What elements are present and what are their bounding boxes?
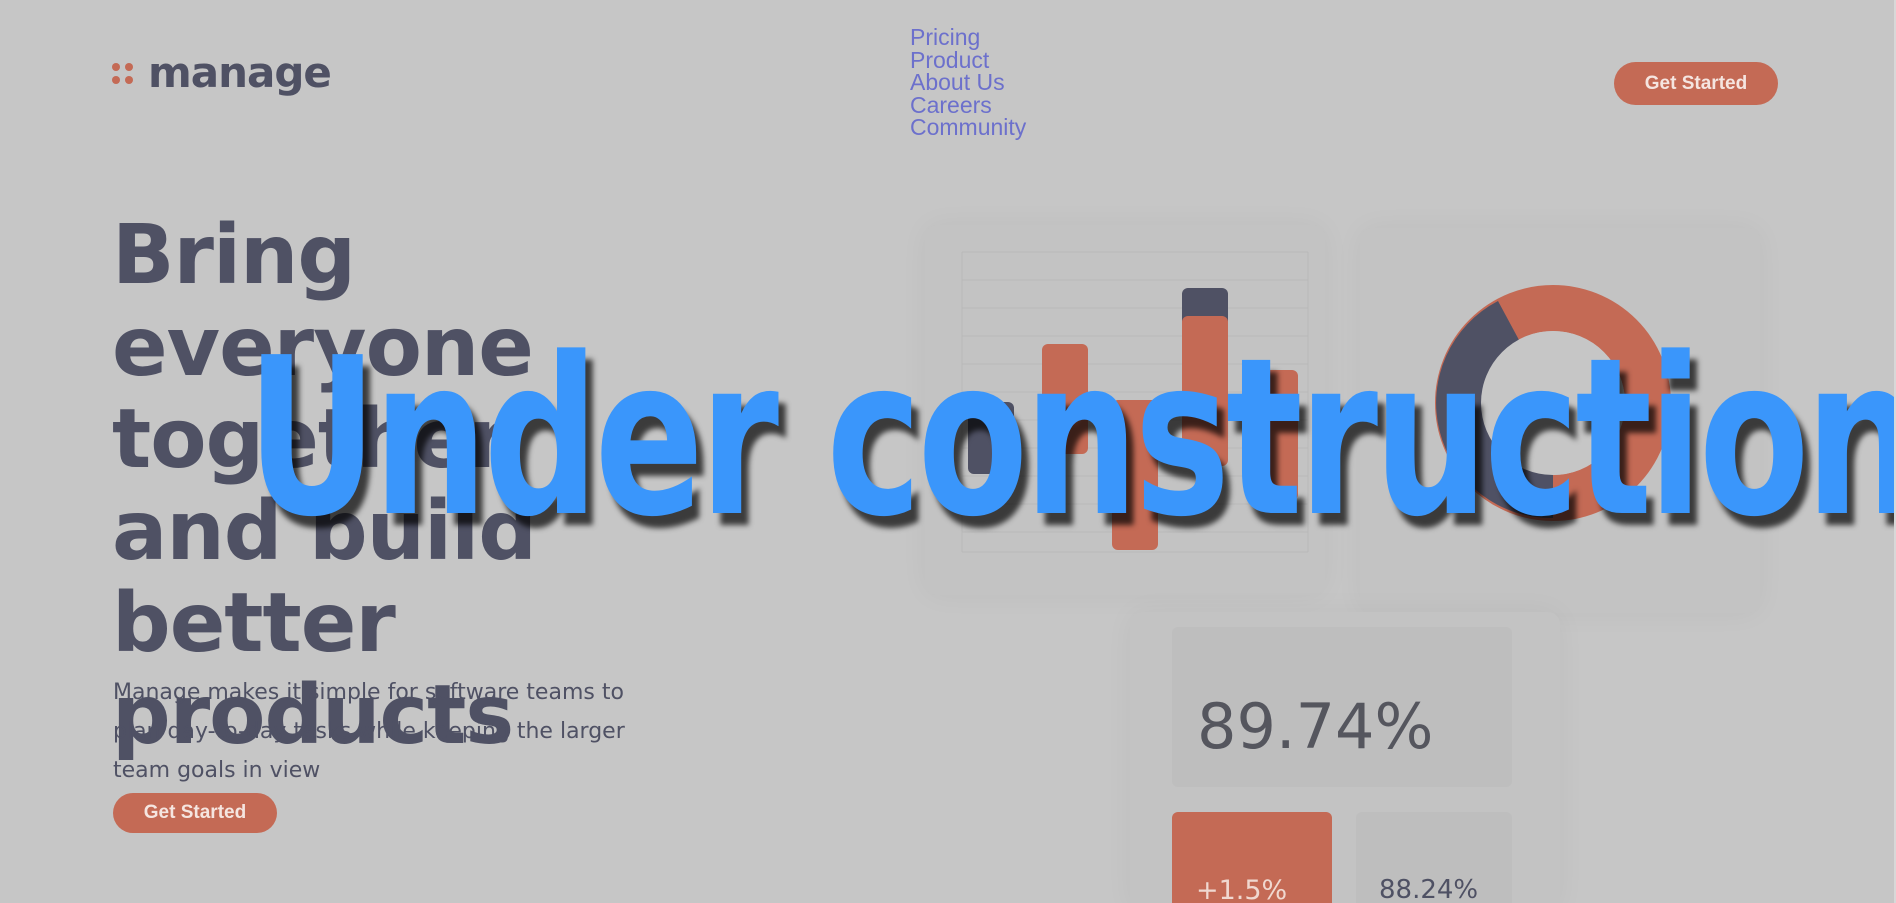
main-nav: Pricing Product About Us Careers Communi… [910,26,1026,139]
nav-link-pricing[interactable]: Pricing [910,26,1026,49]
header-get-started-button[interactable]: Get Started [1614,62,1778,105]
logo-text: manage [148,48,332,97]
nav-link-product[interactable]: Product [910,48,1026,72]
stat-change-value: +1.5% [1196,875,1288,903]
logo[interactable]: manage [112,48,332,97]
stat-secondary-value: 88.24% [1379,875,1479,903]
hero-description: Manage makes it simple for software team… [113,680,625,783]
under-construction-banner: Under construction [246,312,1896,565]
nav-link-community[interactable]: Community [910,116,1026,139]
hero-get-started-button[interactable]: Get Started [113,793,277,833]
stat-main-value: 89.74% [1197,690,1434,763]
logo-dots-icon [112,60,138,86]
nav-link-about-us[interactable]: About Us [910,71,1026,94]
nav-link-careers[interactable]: Careers [910,93,1026,117]
page: manage Pricing Product About Us Careers … [0,0,1896,903]
